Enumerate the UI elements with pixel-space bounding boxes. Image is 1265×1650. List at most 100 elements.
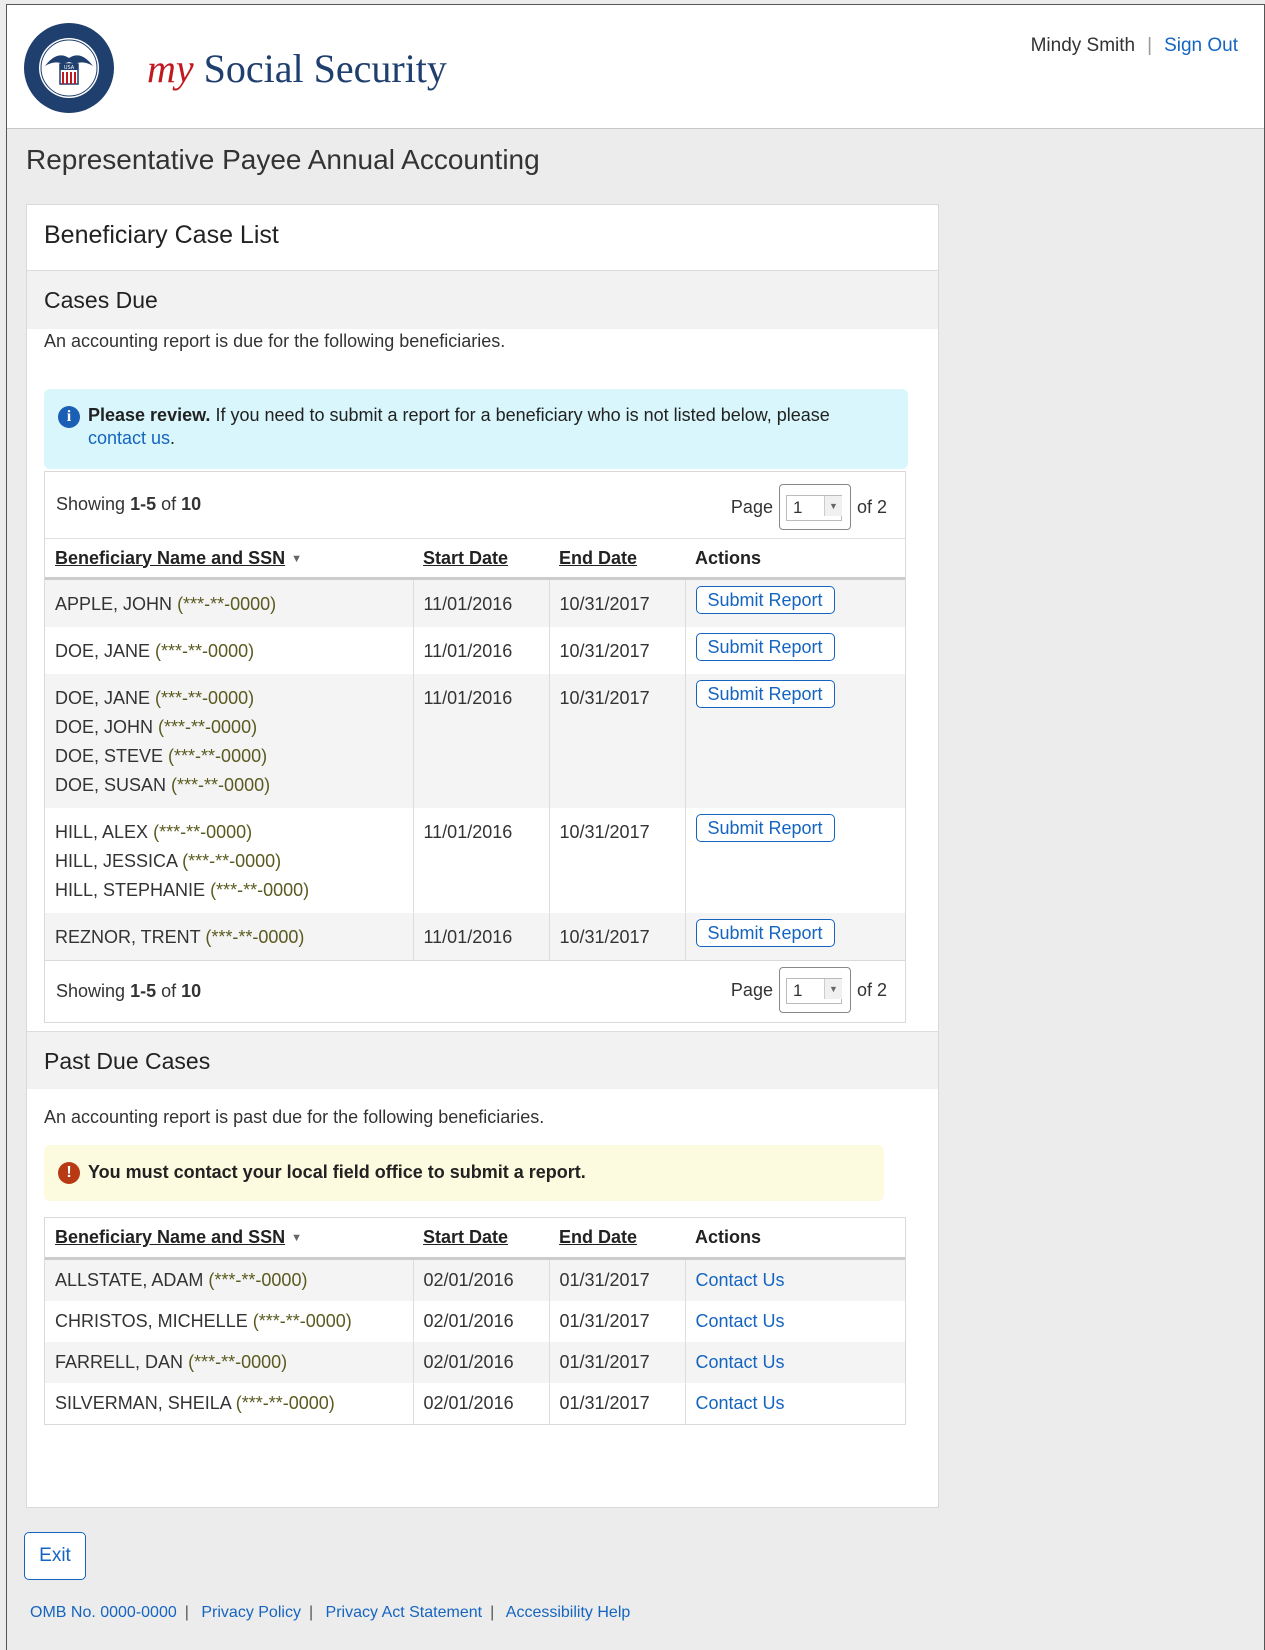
beneficiary-ssn: (***-**-0000) — [205, 927, 305, 947]
beneficiary-ssn: (***-**-0000) — [235, 1392, 335, 1413]
table-row: HILL, ALEX (***-**-0000) HILL, JESSICA (*… — [45, 808, 905, 913]
ssa-seal-logo: USA — [24, 23, 114, 113]
privacy-policy-link[interactable]: Privacy Policy — [201, 1604, 301, 1621]
table-row: APPLE, JOHN (***-**-0000) 11/01/2016 10/31… — [45, 578, 905, 627]
start-date: 11/01/2016 — [412, 808, 549, 913]
contact-us-link[interactable]: Contact Us — [696, 1311, 785, 1331]
actions-cell: Contact Us — [684, 1300, 905, 1342]
beneficiary-name: CHRISTOS, MICHELLE — [55, 1310, 248, 1331]
privacy-act-link[interactable]: Privacy Act Statement — [326, 1604, 483, 1621]
contact-us-link[interactable]: Contact Us — [696, 1270, 785, 1290]
page-selector: Page 1 ▼ of 2 — [731, 484, 887, 530]
beneficiary-case-list-card: Beneficiary Case List Cases Due An accou… — [26, 204, 939, 1508]
sort-down-icon: ▼ — [291, 552, 302, 565]
end-date: 10/31/2017 — [548, 913, 685, 960]
beneficiary-cell: CHRISTOS, MICHELLE (***-**-0000) — [45, 1301, 413, 1342]
alert-text: If you need to submit a report for a ben… — [210, 405, 830, 425]
footer: OMB No. 0000-0000 | Privacy Policy | Priva… — [30, 1604, 631, 1621]
review-alert: i Please review. If you need to submit a… — [44, 389, 908, 469]
end-date: 10/31/2017 — [548, 578, 685, 627]
beneficiary-line: DOE, JANE (***-**-0000) — [55, 684, 403, 713]
start-date: 02/01/2016 — [412, 1341, 549, 1383]
contact-us-link[interactable]: Contact Us — [696, 1352, 785, 1372]
showing-count-bottom: Showing 1-5 of 10 — [56, 981, 202, 1001]
actions-cell: Contact Us — [684, 1382, 905, 1424]
end-date: 01/31/2017 — [548, 1341, 685, 1383]
beneficiary-cell: APPLE, JOHN (***-**-0000) — [45, 578, 413, 627]
exit-button[interactable]: Exit — [24, 1532, 86, 1580]
accessibility-help-link[interactable]: Accessibility Help — [506, 1604, 630, 1621]
page-select[interactable]: 1 ▼ — [778, 484, 851, 530]
table-row: CHRISTOS, MICHELLE (***-**-0000) 02/01/20… — [45, 1300, 905, 1342]
top-pager: Showing 1-5 of 10 Page 1 ▼ of 2 — [45, 472, 905, 538]
actions-cell: Submit Report — [684, 808, 905, 913]
table-row: FARRELL, DAN (***-**-0000) 02/01/2016 01/3… — [45, 1341, 905, 1383]
beneficiary-name: DOE, JANE — [55, 641, 151, 661]
beneficiary-line: HILL, ALEX (***-**-0000) — [55, 818, 403, 847]
submit-report-button[interactable]: Submit Report — [695, 633, 835, 661]
beneficiary-cell: FARRELL, DAN (***-**-0000) — [45, 1341, 413, 1383]
submit-report-button[interactable]: Submit Report — [695, 814, 835, 842]
past-due-table: Beneficiary Name and SSN ▼ Start Date End… — [45, 1218, 905, 1424]
col-end-date[interactable]: End Date — [549, 1218, 685, 1260]
cases-due-description: An accounting report is due for the foll… — [44, 331, 506, 351]
site-header: USA my Social Security Mindy Smith | Sign O… — [7, 5, 1264, 129]
beneficiary-ssn: (***-**-0000) — [168, 746, 268, 766]
col-beneficiary[interactable]: Beneficiary Name and SSN ▼ — [45, 1218, 413, 1260]
col-start-date[interactable]: Start Date — [413, 538, 549, 580]
beneficiary-line: APPLE, JOHN (***-**-0000) — [55, 590, 403, 619]
end-date: 01/31/2017 — [548, 1382, 685, 1424]
beneficiary-name: DOE, SUSAN — [55, 775, 167, 795]
col-start-date[interactable]: Start Date — [413, 1218, 549, 1260]
beneficiary-ssn: (***-**-0000) — [210, 880, 310, 900]
beneficiary-name: DOE, STEVE — [55, 746, 164, 766]
cases-due-table: Beneficiary Name and SSN ▼ Start Date End… — [45, 538, 905, 960]
page-select-bottom[interactable]: 1 ▼ — [778, 967, 851, 1013]
submit-report-button[interactable]: Submit Report — [695, 680, 835, 708]
end-date: 01/31/2017 — [548, 1300, 685, 1342]
case-list-title: Beneficiary Case List — [27, 205, 938, 271]
beneficiary-line: DOE, JOHN (***-**-0000) — [55, 713, 403, 742]
contact-us-link[interactable]: contact us — [88, 428, 170, 448]
omb-link[interactable]: OMB No. 0000-0000 — [30, 1604, 177, 1621]
page-title: Representative Payee Annual Accounting — [26, 144, 540, 175]
submit-report-button[interactable]: Submit Report — [695, 586, 835, 614]
contact-us-link[interactable]: Contact Us — [696, 1393, 785, 1413]
beneficiary-line: HILL, JESSICA (***-**-0000) — [55, 847, 403, 876]
actions-cell: Submit Report — [684, 627, 905, 674]
beneficiary-ssn: (***-**-0000) — [171, 775, 271, 795]
start-date: 11/01/2016 — [412, 913, 549, 960]
seal-usa-text: USA — [64, 65, 75, 71]
beneficiary-name: FARRELL, DAN — [55, 1351, 184, 1372]
past-due-alert: ! You must contact your local field offi… — [44, 1145, 884, 1201]
exclamation-icon: ! — [58, 1162, 80, 1184]
end-date: 10/31/2017 — [548, 627, 685, 674]
beneficiary-cell: ALLSTATE, ADAM (***-**-0000) — [45, 1258, 413, 1301]
start-date: 02/01/2016 — [412, 1382, 549, 1424]
user-name: Mindy Smith — [1030, 35, 1136, 56]
submit-report-button[interactable]: Submit Report — [695, 919, 835, 947]
col-beneficiary[interactable]: Beneficiary Name and SSN ▼ — [45, 538, 413, 580]
end-date: 10/31/2017 — [548, 674, 685, 808]
past-due-heading: Past Due Cases — [27, 1031, 938, 1089]
cases-due-heading: Cases Due — [27, 271, 938, 329]
sign-out-link[interactable]: Sign Out — [1164, 35, 1238, 56]
sort-down-icon: ▼ — [291, 1231, 302, 1244]
col-actions: Actions — [685, 538, 905, 580]
actions-cell: Contact Us — [684, 1341, 905, 1383]
beneficiary-ssn: (***-**-0000) — [252, 1310, 352, 1331]
brand-social-security: Social Security — [203, 46, 447, 91]
start-date: 11/01/2016 — [412, 674, 549, 808]
beneficiary-line: DOE, JANE (***-**-0000) — [55, 637, 403, 666]
actions-cell: Submit Report — [684, 578, 905, 627]
brand-title: my Social Security — [147, 45, 447, 92]
start-date: 11/01/2016 — [412, 627, 549, 674]
beneficiary-ssn: (***-**-0000) — [182, 851, 282, 871]
col-actions: Actions — [685, 1218, 905, 1260]
table-row: REZNOR, TRENT (***-**-0000) 11/01/2016 10/… — [45, 913, 905, 960]
col-end-date[interactable]: End Date — [549, 538, 685, 580]
start-date: 11/01/2016 — [412, 578, 549, 627]
beneficiary-cell: DOE, JANE (***-**-0000) DOE, JOHN (***-**… — [45, 674, 413, 808]
beneficiary-ssn: (***-**-0000) — [158, 717, 258, 737]
beneficiary-line: REZNOR, TRENT (***-**-0000) — [55, 923, 403, 952]
